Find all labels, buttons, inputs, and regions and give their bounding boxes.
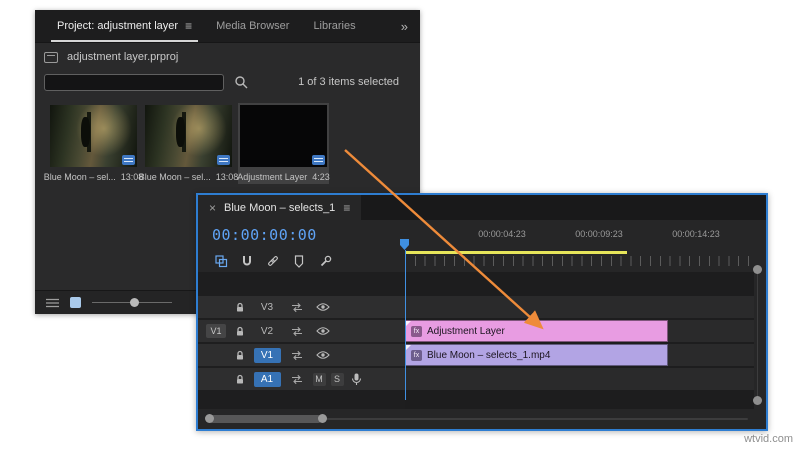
close-icon[interactable]: × bbox=[209, 201, 216, 215]
sync-lock-icon[interactable] bbox=[284, 372, 310, 386]
clip-thumbnail[interactable] bbox=[50, 105, 137, 167]
sequence-badge-icon bbox=[122, 155, 135, 165]
track-header-v3: V3 bbox=[198, 296, 405, 318]
track-header-a1: A1 M S bbox=[198, 368, 405, 390]
lock-icon[interactable] bbox=[230, 372, 250, 386]
clip-label: Adjustment Layer bbox=[427, 325, 505, 337]
item-duration: 13:08 bbox=[215, 172, 239, 182]
panel-menu-icon[interactable]: ≡ bbox=[185, 19, 192, 33]
track-header-v2: V1 V2 bbox=[198, 320, 405, 342]
breadcrumb: adjustment layer.prproj bbox=[67, 51, 179, 63]
track-target-button[interactable]: V2 bbox=[261, 326, 273, 337]
ruler-label: 00:00:04:23 bbox=[478, 229, 526, 239]
tab-sequence[interactable]: × Blue Moon – selects_1 ≡ bbox=[198, 195, 362, 220]
tab-project[interactable]: Project: adjustment layer ≡ bbox=[45, 10, 204, 42]
v-scroll-knob-bottom[interactable] bbox=[753, 396, 762, 405]
sync-lock-icon[interactable] bbox=[284, 348, 310, 362]
fx-badge-icon: fx bbox=[411, 325, 422, 337]
track-header-v1: V1 bbox=[198, 344, 405, 366]
sync-lock-icon[interactable] bbox=[284, 300, 310, 314]
playhead-timecode[interactable]: 00:00:00:00 bbox=[212, 220, 317, 250]
eye-icon[interactable] bbox=[310, 348, 336, 362]
tab-overflow-icon[interactable]: » bbox=[389, 10, 420, 42]
ruler-label: 00:00:14:23 bbox=[672, 229, 720, 239]
project-item-blue-moon-2[interactable]: Blue Moon – sel... 13:08 bbox=[139, 103, 238, 184]
timeline-panel: × Blue Moon – selects_1 ≡ 00:00:00:00 00… bbox=[196, 193, 768, 431]
track-target-button[interactable]: V3 bbox=[261, 302, 273, 313]
clip-thumbnail[interactable] bbox=[145, 105, 232, 167]
eye-icon[interactable] bbox=[310, 324, 336, 338]
project-search-row: 1 of 3 items selected bbox=[35, 69, 420, 95]
item-name: Blue Moon – sel... bbox=[138, 172, 211, 182]
v-scroll-knob-top[interactable] bbox=[753, 265, 762, 274]
ruler-label: 00:00:09:23 bbox=[575, 229, 623, 239]
lock-icon[interactable] bbox=[230, 300, 250, 314]
lock-icon[interactable] bbox=[230, 348, 250, 362]
tab-media-browser[interactable]: Media Browser bbox=[204, 10, 301, 42]
render-bar bbox=[405, 251, 627, 254]
clip-adjustment-layer[interactable]: fx Adjustment Layer bbox=[405, 320, 668, 342]
project-breadcrumb-row: adjustment layer.prproj bbox=[35, 45, 420, 69]
sequence-tab-label: Blue Moon – selects_1 bbox=[224, 201, 336, 214]
list-view-icon[interactable] bbox=[45, 296, 59, 310]
timeline-header: 00:00:00:00 00:00:04:23 00:00:09:23 00:0… bbox=[198, 220, 766, 250]
track-target-button[interactable]: V1 bbox=[253, 347, 281, 363]
mic-icon[interactable] bbox=[346, 372, 366, 386]
nest-toggle-icon[interactable] bbox=[214, 254, 228, 268]
track-lanes: fx Adjustment Layer fx Blue Moon – selec… bbox=[405, 272, 754, 409]
fx-badge-icon: fx bbox=[411, 349, 422, 361]
h-scroll-thumb[interactable] bbox=[208, 415, 322, 423]
project-bin-icon[interactable] bbox=[44, 51, 58, 63]
horizontal-scrollbar[interactable] bbox=[198, 409, 766, 429]
sequence-badge-icon bbox=[217, 155, 230, 165]
project-item-blue-moon-1[interactable]: Blue Moon – sel... 13:08 bbox=[44, 103, 143, 184]
source-patch-v1[interactable]: V1 bbox=[206, 324, 226, 338]
solo-button[interactable]: S bbox=[330, 372, 344, 386]
clip-blue-moon[interactable]: fx Blue Moon – selects_1.mp4 bbox=[405, 344, 668, 366]
project-item-adjustment-layer[interactable]: Adjustment Layer 4:23 bbox=[237, 103, 330, 184]
tab-libraries[interactable]: Libraries bbox=[301, 10, 367, 42]
watermark: wtvid.com bbox=[744, 433, 793, 445]
tab-media-browser-label: Media Browser bbox=[216, 20, 290, 32]
item-name: Adjustment Layer bbox=[237, 172, 308, 182]
sequence-badge-icon bbox=[312, 155, 325, 165]
clip-label: Blue Moon – selects_1.mp4 bbox=[427, 349, 551, 361]
timeline-body: V3 V1 V2 V1 A1 M S fx Adjustment Layer f… bbox=[198, 272, 766, 409]
snap-icon[interactable] bbox=[240, 254, 254, 268]
time-ruler[interactable]: 00:00:04:23 00:00:09:23 00:00:14:23 bbox=[405, 220, 754, 250]
icon-view-icon[interactable] bbox=[70, 297, 81, 308]
tab-libraries-label: Libraries bbox=[313, 20, 356, 32]
linked-selection-icon[interactable] bbox=[266, 254, 280, 268]
timeline-tabbar: × Blue Moon – selects_1 ≡ bbox=[198, 195, 766, 220]
lane-v3 bbox=[405, 296, 754, 318]
zoom-slider[interactable] bbox=[92, 298, 172, 307]
item-duration: 4:23 bbox=[312, 172, 330, 182]
playhead-line bbox=[405, 250, 406, 400]
project-item-grid: Blue Moon – sel... 13:08 Blue Moon – sel… bbox=[35, 95, 420, 184]
mute-button[interactable]: M bbox=[312, 372, 326, 386]
find-icon[interactable] bbox=[234, 75, 248, 89]
project-panel-tabbar: Project: adjustment layer ≡ Media Browse… bbox=[35, 10, 420, 43]
track-headers: V3 V1 V2 V1 A1 M S bbox=[198, 272, 405, 409]
h-scroll-knob-right[interactable] bbox=[318, 414, 327, 423]
search-input[interactable] bbox=[44, 73, 224, 91]
sync-lock-icon[interactable] bbox=[284, 324, 310, 338]
settings-wrench-icon[interactable] bbox=[318, 254, 332, 268]
item-name: Blue Moon – sel... bbox=[43, 172, 116, 182]
panel-menu-icon[interactable]: ≡ bbox=[343, 201, 350, 215]
selection-status: 1 of 3 items selected bbox=[298, 76, 399, 88]
h-scroll-knob-left[interactable] bbox=[205, 414, 214, 423]
add-marker-icon[interactable] bbox=[292, 254, 306, 268]
screenshot-canvas: Project: adjustment layer ≡ Media Browse… bbox=[0, 0, 800, 449]
adjustment-layer-thumbnail[interactable] bbox=[240, 105, 327, 167]
vertical-scrollbar[interactable] bbox=[753, 265, 763, 405]
timeline-toolbar bbox=[198, 250, 405, 272]
eye-icon[interactable] bbox=[310, 300, 336, 314]
tab-project-label: Project: adjustment layer bbox=[57, 20, 179, 32]
zoom-slider-knob[interactable] bbox=[130, 298, 139, 307]
ruler-ticks bbox=[405, 256, 754, 266]
lock-icon[interactable] bbox=[230, 324, 250, 338]
track-target-button[interactable]: A1 bbox=[253, 371, 281, 387]
lane-a1 bbox=[405, 368, 754, 390]
